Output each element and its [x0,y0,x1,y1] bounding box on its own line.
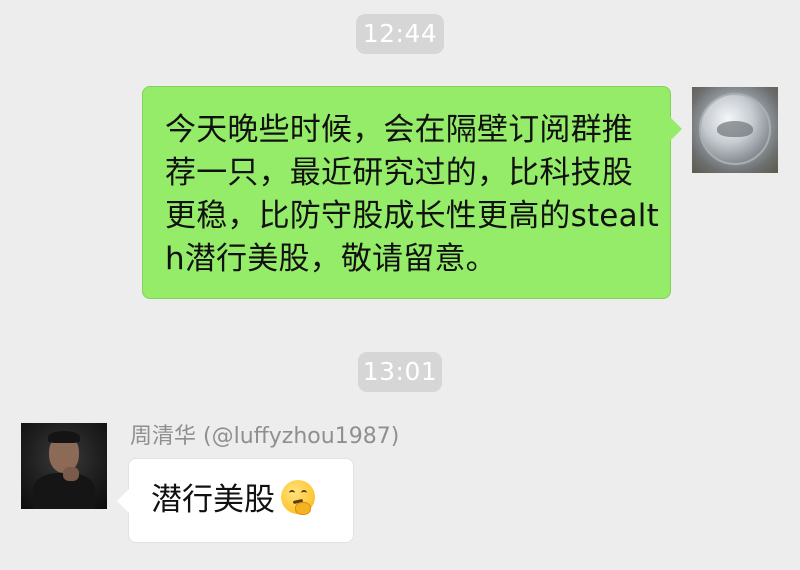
thinking-face-emoji-icon [281,480,315,515]
coin-avatar-image [699,93,771,165]
timestamp-badge: 13:01 [358,352,442,392]
timestamp-badge: 12:44 [356,14,444,54]
incoming-message-bubble[interactable]: 潜行美股 [117,458,354,543]
avatar-hand [63,467,79,481]
outgoing-message-bubble[interactable]: 今天晚些时候，会在隔壁订阅群推荐一只，最近研究过的，比科技股更稳，比防守股成长性… [142,86,682,299]
my-avatar[interactable] [692,87,778,173]
sender-name: 周清华 (@luffyzhou1987) [130,424,400,449]
outgoing-message-text: 今天晚些时候，会在隔壁订阅群推荐一只，最近研究过的，比科技股更稳，比防守股成长性… [165,112,659,277]
incoming-message-text: 潜行美股 [151,482,275,518]
sender-avatar[interactable] [21,423,107,509]
avatar-hair [48,431,80,443]
incoming-message-text-row: 潜行美股 [151,479,315,522]
